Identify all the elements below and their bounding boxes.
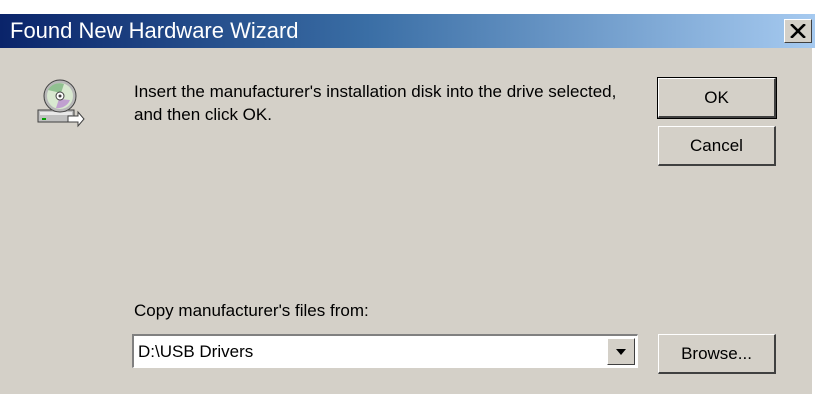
top-margin (0, 0, 815, 14)
close-icon (790, 24, 806, 38)
copy-from-combobox[interactable]: D:\USB Drivers (132, 334, 638, 368)
ok-button[interactable]: OK (657, 77, 777, 119)
cancel-button[interactable]: Cancel (658, 126, 776, 166)
close-button[interactable] (784, 19, 812, 43)
title-bar[interactable]: Found New Hardware Wizard (0, 14, 815, 48)
window-title: Found New Hardware Wizard (10, 18, 299, 43)
install-disk-icon (37, 79, 85, 128)
copy-from-label: Copy manufacturer's files from: (134, 301, 369, 320)
dropdown-button[interactable] (607, 338, 635, 365)
instruction-message: Insert the manufacturer's installation d… (134, 82, 617, 124)
chevron-down-icon (616, 348, 626, 355)
browse-button[interactable]: Browse... (658, 334, 776, 374)
copy-from-value[interactable]: D:\USB Drivers (138, 341, 253, 363)
